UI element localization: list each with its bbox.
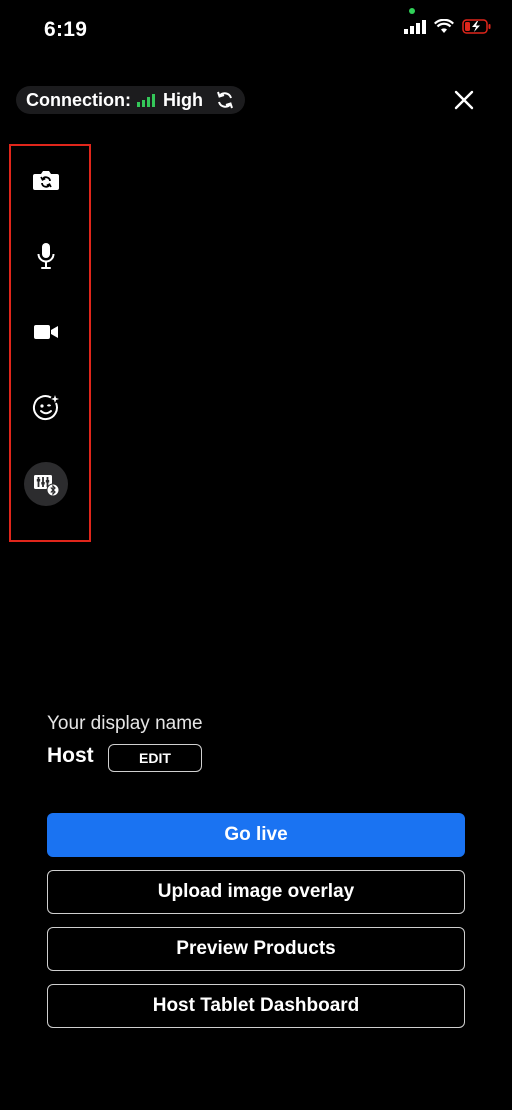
- upload-image-overlay-button[interactable]: Upload image overlay: [47, 870, 465, 914]
- video-button[interactable]: [24, 310, 68, 354]
- close-icon: [454, 90, 474, 110]
- status-time: 6:19: [44, 18, 88, 41]
- face-effects-button[interactable]: [24, 386, 68, 430]
- display-name-value: Host: [47, 744, 94, 767]
- face-effects-icon: [33, 395, 59, 421]
- camera-in-use-indicator: [409, 8, 415, 14]
- video-camera-icon: [34, 325, 58, 339]
- signal-bars-icon: [137, 93, 155, 107]
- edit-display-name-button[interactable]: EDIT: [108, 744, 202, 772]
- go-live-button[interactable]: Go live: [47, 813, 465, 857]
- microphone-icon: [37, 243, 55, 269]
- host-tablet-dashboard-button[interactable]: Host Tablet Dashboard: [47, 984, 465, 1028]
- bluetooth-controller-icon: [34, 475, 60, 497]
- connection-status: Connection: High: [16, 86, 245, 114]
- flip-camera-button[interactable]: [24, 158, 68, 202]
- connection-quality: High: [163, 89, 203, 110]
- connection-label: Connection:: [26, 89, 131, 110]
- wifi-icon: [434, 19, 454, 33]
- microphone-button[interactable]: [24, 234, 68, 278]
- bluetooth-controller-button[interactable]: [24, 462, 68, 506]
- refresh-icon[interactable]: [215, 90, 235, 110]
- battery-low-charging-icon: [462, 19, 491, 34]
- close-button[interactable]: [450, 86, 478, 114]
- status-icons: [404, 19, 492, 34]
- status-bar: 6:19: [0, 0, 512, 60]
- preview-products-button[interactable]: Preview Products: [47, 927, 465, 971]
- flip-camera-icon: [33, 171, 59, 190]
- cellular-signal-icon: [404, 19, 426, 34]
- display-name-label: Your display name: [47, 713, 203, 734]
